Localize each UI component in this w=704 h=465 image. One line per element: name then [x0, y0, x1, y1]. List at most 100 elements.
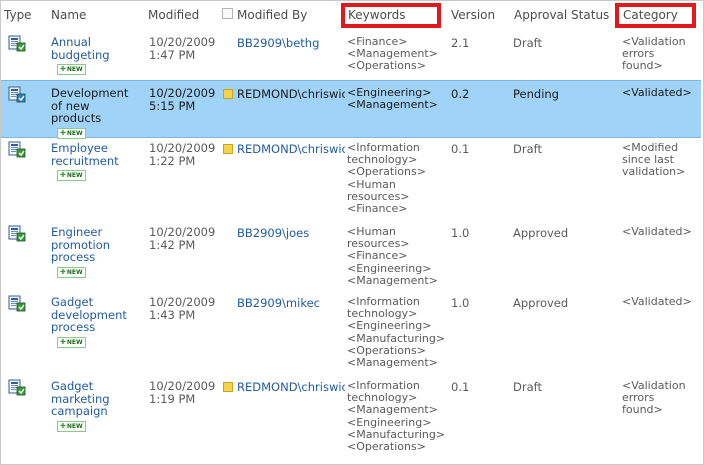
new-badge-label: NEW: [66, 422, 83, 430]
column-header-name[interactable]: Name: [51, 8, 86, 22]
version-value: 1.0: [451, 226, 470, 240]
document-type-icon[interactable]: [8, 379, 26, 396]
keywords-cell: <Human resources> <Finance> <Engineering> <M…: [347, 225, 447, 287]
document-type-icon[interactable]: [8, 86, 26, 103]
user-name: REDMOND\chriswic: [237, 142, 345, 156]
document-name-line: Development: [51, 86, 129, 100]
modified-line: 10/20/2009: [149, 141, 216, 155]
modified-line: 1:42 PM: [149, 237, 196, 252]
keyword-line: <Manufacturing>: [347, 331, 446, 345]
document-type-icon[interactable]: [8, 295, 26, 312]
modified-by-user-link[interactable]: BB2909\mikec: [223, 296, 359, 310]
document-name-line: Employee: [51, 141, 108, 155]
keyword-line: <Operations>: [347, 440, 426, 454]
keywords-cell: <Information technology> <Engineering> <Man…: [347, 295, 447, 369]
version-value: 0.1: [451, 380, 470, 394]
column-header-approval-status[interactable]: Approval Status: [514, 8, 609, 22]
modified-by-user-link[interactable]: REDMOND\chriswic: [223, 87, 345, 101]
document-name-line: Engineer: [51, 225, 103, 239]
presence-status-icon[interactable]: [223, 382, 233, 392]
version-value: 0.1: [451, 142, 470, 156]
column-header-type[interactable]: Type: [4, 8, 32, 22]
modified-date: 10/20/2009 1:43 PM: [149, 296, 234, 321]
new-badge: ✚NEW: [51, 125, 136, 139]
document-type-icon[interactable]: [8, 35, 26, 52]
modified-date: 10/20/2009 1:22 PM: [149, 142, 234, 167]
document-name-line: Gadget: [51, 295, 94, 309]
document-name-line: process: [51, 250, 96, 265]
keyword-line: <Engineering>: [347, 261, 432, 275]
modified-by-user-link[interactable]: REDMOND\chriswic: [223, 142, 345, 156]
modified-date: 10/20/2009 1:47 PM: [149, 36, 234, 61]
modified-by-user-link[interactable]: REDMOND\chriswic: [223, 380, 345, 394]
modified-date: 10/20/2009 1:19 PM: [149, 380, 234, 405]
table-row[interactable]: Engineer promotion process ✚NEW 10/20/2009 1:…: [1, 224, 701, 292]
modified-line: 10/20/2009: [149, 295, 216, 309]
category-cell: <Validation errors found>: [622, 35, 702, 73]
table-row[interactable]: Gadget development process ✚NEW 10/20/2009 1:…: [1, 294, 701, 376]
new-badge-label: NEW: [66, 129, 83, 137]
user-name: BB2909\mikec: [237, 296, 320, 310]
table-row[interactable]: Annual budgeting ✚NEW 10/20/2009 1:47 PM BB29…: [1, 34, 701, 78]
approval-status-value: Draft: [513, 380, 542, 394]
document-name-link[interactable]: Gadget development process ✚NEW: [51, 296, 136, 348]
keywords-cell: <Information technology> <Management> <Engi…: [347, 379, 447, 454]
category-line: <Validated>: [622, 295, 692, 308]
column-header-modified[interactable]: Modified: [148, 8, 199, 22]
new-badge: ✚NEW: [51, 418, 136, 432]
document-type-icon[interactable]: [8, 141, 26, 158]
table-row[interactable]: Employee recruitment ✚NEW 10/20/2009 1:22 PM…: [1, 140, 701, 222]
document-name-link[interactable]: Gadget marketing campaign ✚NEW: [51, 380, 136, 432]
column-header-keywords[interactable]: Keywords: [348, 8, 406, 22]
version-value: 2.1: [451, 36, 470, 50]
presence-status-icon[interactable]: [223, 144, 233, 154]
column-header-modified-by[interactable]: Modified By: [237, 8, 307, 22]
modified-line: 1:43 PM: [149, 307, 196, 322]
table-row[interactable]: Development of new products ✚NEW 10/20/2009 5…: [1, 80, 701, 139]
approval-status-value: Pending: [513, 87, 559, 101]
category-cell: <Modified since last validation>: [622, 141, 702, 179]
column-header-category[interactable]: Category: [623, 8, 678, 22]
modified-by-user-link[interactable]: BB2909\bethg: [223, 36, 359, 50]
modified-by-user-link[interactable]: BB2909\joes: [223, 226, 359, 240]
keyword-line: <Engineering>: [347, 415, 432, 429]
document-name-link[interactable]: Employee recruitment ✚NEW: [51, 141, 136, 182]
presence-status-icon[interactable]: [223, 89, 233, 99]
approval-status-value: Draft: [513, 142, 542, 156]
document-type-icon[interactable]: [8, 225, 26, 242]
modified-line: 10/20/2009: [149, 379, 216, 393]
column-header-version[interactable]: Version: [451, 8, 495, 22]
user-name: BB2909\bethg: [237, 36, 320, 50]
category-line: found>: [622, 59, 663, 73]
keyword-line: <Management>: [347, 273, 438, 287]
user-name: REDMOND\chriswic: [237, 87, 345, 101]
modified-line: 10/20/2009: [149, 86, 216, 100]
new-badge: ✚NEW: [51, 61, 136, 76]
category-line: validation>: [622, 165, 686, 179]
version-value: 1.0: [451, 296, 470, 310]
select-all-checkbox[interactable]: [222, 8, 233, 19]
keyword-line: <Finance>: [347, 202, 408, 216]
table-row[interactable]: Gadget marketing campaign ✚NEW 10/20/2009 1:1…: [1, 378, 701, 460]
modified-line: 10/20/2009: [149, 35, 216, 49]
document-name-link[interactable]: Development of new products ✚NEW: [51, 87, 136, 139]
keyword-line: <Management>: [347, 403, 438, 417]
keywords-cell: <Finance> <Management> <Operations>: [347, 35, 447, 73]
document-name-link[interactable]: Engineer promotion process ✚NEW: [51, 226, 136, 278]
category-line: <Validated>: [622, 225, 692, 238]
document-name-line: budgeting: [51, 47, 110, 62]
category-cell: <Validated>: [622, 225, 702, 238]
new-badge-label: NEW: [66, 66, 83, 74]
document-name-line: Gadget: [51, 379, 94, 393]
approval-status-value: Approved: [513, 226, 569, 240]
new-badge-label: NEW: [66, 268, 83, 276]
document-name-link[interactable]: Annual budgeting ✚NEW: [51, 35, 136, 76]
keyword-line: <Finance>: [347, 249, 408, 263]
document-name-line: Annual: [51, 35, 91, 49]
modified-line: 1:22 PM: [149, 153, 196, 168]
modified-date: 10/20/2009 1:42 PM: [149, 226, 234, 251]
new-badge: ✚NEW: [51, 167, 136, 182]
new-badge: ✚NEW: [51, 334, 136, 348]
category-cell: <Validation errors found>: [622, 379, 702, 417]
new-badge-label: NEW: [66, 172, 83, 180]
